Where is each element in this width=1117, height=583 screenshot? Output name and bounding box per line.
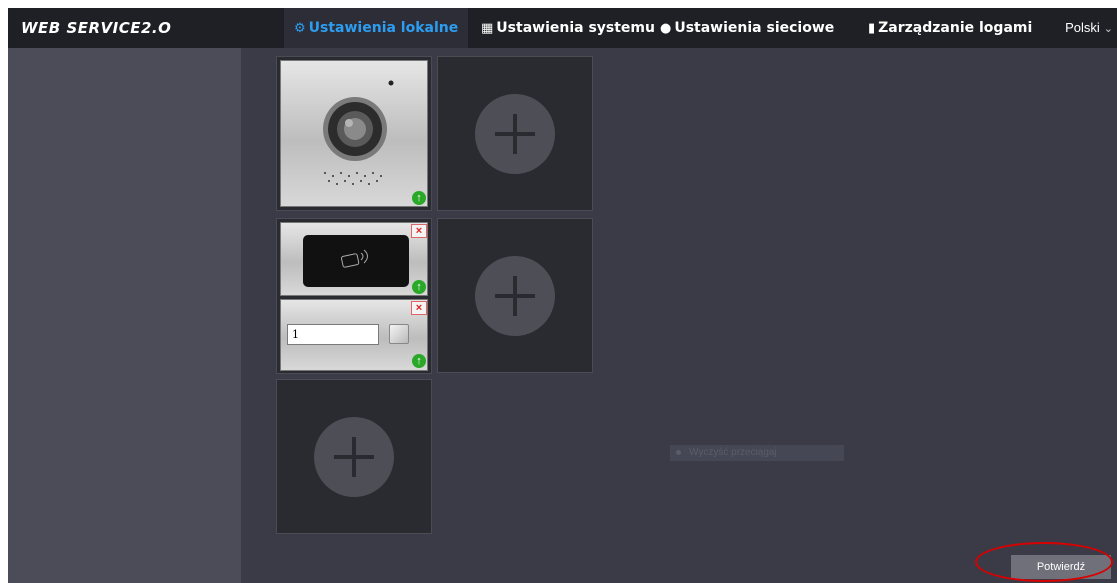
call-button-icon[interactable] — [389, 324, 409, 344]
room-number-input[interactable] — [287, 324, 379, 345]
tab-label: Ustawienia sieciowe — [674, 20, 835, 36]
arrow-up-icon[interactable]: ↑ — [412, 280, 426, 294]
tab-label: Zarządzanie logami — [878, 20, 1033, 36]
tab-label: Ustawienia systemu — [496, 20, 655, 36]
arrow-up-icon[interactable]: ↑ — [412, 354, 426, 368]
module-slot: × ↑ × ↑ — [276, 218, 432, 374]
clear-hint[interactable]: Wyczyść przeciągaj — [670, 445, 844, 461]
tab-network-settings[interactable]: ● Ustawienia sieciowe — [650, 8, 844, 48]
close-icon[interactable]: × — [411, 224, 427, 238]
bullet-icon — [676, 449, 681, 455]
globe-icon: ● — [660, 21, 672, 36]
gear-icon: ⚙ — [294, 21, 306, 36]
language-selector[interactable]: Polski ⌄ — [1065, 8, 1117, 48]
add-module-icon[interactable] — [314, 417, 394, 497]
app-window: WEB SERVICE2.O ⚙ Ustawienia lokalne ▦ Usta… — [8, 8, 1117, 583]
button-module[interactable]: × ↑ — [280, 299, 428, 371]
hint-text: Wyczyść przeciągaj — [689, 447, 777, 458]
module-slot-empty[interactable] — [276, 379, 432, 534]
card-reader-module[interactable]: × ↑ — [280, 222, 428, 296]
tab-local-settings[interactable]: ⚙ Ustawienia lokalne — [284, 8, 469, 48]
camera-module[interactable]: ↑ — [280, 60, 428, 207]
highlight-circle — [975, 542, 1113, 582]
top-navigation-bar: WEB SERVICE2.O ⚙ Ustawienia lokalne ▦ Usta… — [8, 8, 1117, 48]
language-label: Polski — [1065, 20, 1100, 35]
document-icon: ▮ — [868, 21, 876, 36]
module-slot-empty[interactable] — [437, 218, 593, 373]
tab-log-management[interactable]: ▮ Zarządzanie logami — [858, 8, 1042, 48]
add-module-icon[interactable] — [475, 94, 555, 174]
add-module-icon[interactable] — [475, 256, 555, 336]
tab-label: Ustawienia lokalne — [308, 20, 459, 36]
module-slot: ↑ — [276, 56, 432, 211]
sidebar — [8, 48, 241, 583]
arrow-up-icon[interactable]: ↑ — [412, 191, 426, 205]
tab-system-settings[interactable]: ▦ Ustawienia systemu — [471, 8, 665, 48]
module-slot-empty[interactable] — [437, 56, 593, 211]
camera-module-image — [323, 80, 394, 185]
app-logo: WEB SERVICE2.O — [21, 19, 172, 37]
chevron-down-icon: ⌄ — [1103, 23, 1113, 35]
building-icon: ▦ — [481, 21, 494, 36]
close-icon[interactable]: × — [411, 301, 427, 315]
card-reader-image — [303, 235, 409, 287]
